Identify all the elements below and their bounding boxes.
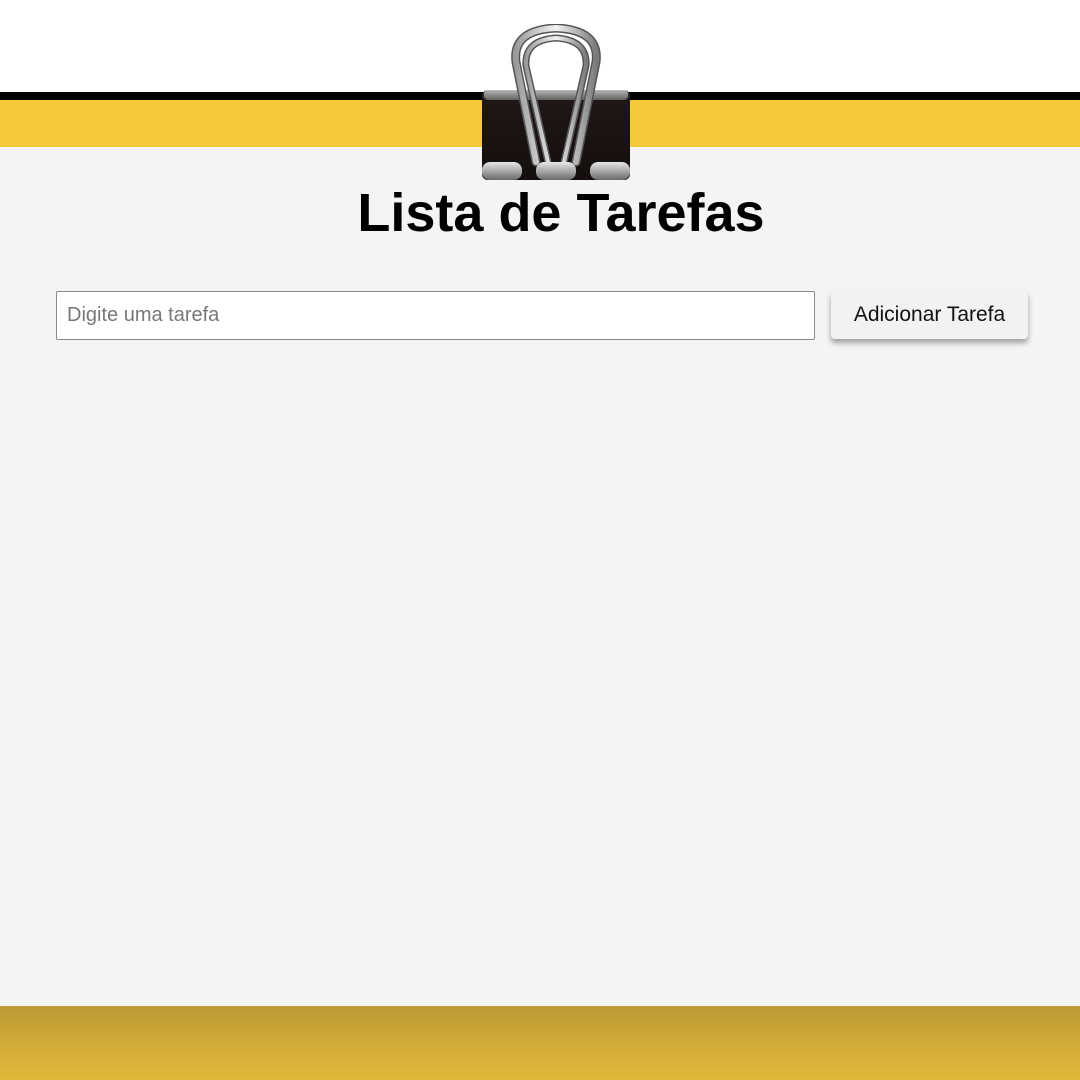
page-title: Lista de Tarefas	[357, 183, 765, 243]
binder-clip-icon	[482, 24, 630, 180]
add-task-button[interactable]: Adicionar Tarefa	[831, 291, 1028, 339]
todo-app: Lista de Tarefas Adicionar Tarefa	[0, 0, 1080, 1080]
footer-band	[0, 1006, 1080, 1080]
task-input[interactable]	[56, 291, 815, 340]
